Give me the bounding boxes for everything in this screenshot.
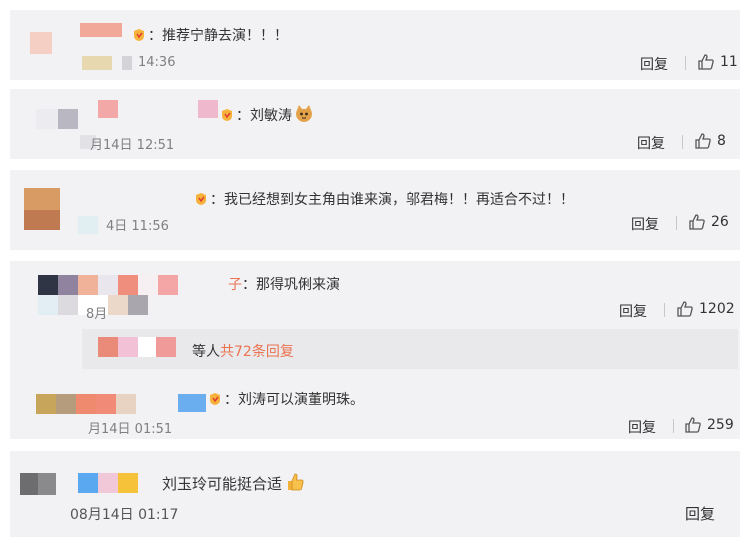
comment-time: 14:36 <box>138 55 176 70</box>
username-fragment[interactable]: 子 <box>228 277 242 293</box>
subreplies-summary[interactable]: 等人共72条回复 <box>82 329 738 369</box>
reply-button[interactable]: 回复 <box>637 133 665 153</box>
reply-button[interactable]: 回复 <box>619 301 647 321</box>
avatar[interactable] <box>36 109 78 129</box>
comment-card: 刘玉玲可能挺合适 08月14日 01:17 回复 <box>10 451 740 537</box>
comment-text: ：我已经想到女主角由谁来演，邬君梅！！再适合不过！！ <box>194 189 574 209</box>
username-censored[interactable] <box>98 100 218 118</box>
comment-time: 08月14日 01:17 <box>70 507 179 523</box>
divider <box>682 135 683 149</box>
divider <box>676 216 677 230</box>
comment-time: 8月 <box>86 307 108 322</box>
like-button[interactable]: 11 <box>697 53 738 71</box>
reply-button[interactable]: 回复 <box>631 214 659 234</box>
date-censored <box>82 56 132 70</box>
like-count: 26 <box>711 214 729 230</box>
nested-reply-button[interactable]: 回复 <box>628 417 656 437</box>
divider <box>685 56 686 70</box>
vip-badge-icon <box>222 109 232 121</box>
avatar[interactable] <box>30 32 52 54</box>
like-button[interactable]: 8 <box>694 132 726 150</box>
avatar[interactable] <box>24 188 60 230</box>
like-count: 11 <box>720 54 738 70</box>
comment-time: 月14日 12:51 <box>90 138 175 153</box>
comment-time: 4日 11:56 <box>106 219 169 234</box>
replier-avatars-censored <box>98 337 176 357</box>
comment-text: 子：那得巩俐来演 <box>228 277 340 293</box>
comment-card: ：刘敏涛 月14日 12:51 回复 8 <box>10 89 740 159</box>
reply-button[interactable]: 回复 <box>640 54 668 74</box>
nested-comment-text: ：刘涛可以演董明珠。 <box>208 389 364 409</box>
avatar[interactable] <box>20 473 56 495</box>
like-button[interactable]: 1202 <box>676 300 735 318</box>
username-censored[interactable] <box>78 473 138 493</box>
divider <box>664 303 665 317</box>
vip-badge-icon <box>134 29 144 41</box>
subreplies-text: 等人共72条回复 <box>192 344 294 360</box>
view-all-replies-link[interactable]: 共72条回复 <box>220 344 294 360</box>
thumbs-up-emoji <box>288 473 304 491</box>
comment-text: ：推荐宁静去演！！！ <box>132 25 288 45</box>
thumbs-up-icon <box>695 133 711 149</box>
nested-like-button[interactable]: 259 <box>684 416 734 434</box>
thumbs-up-icon <box>677 301 693 317</box>
thumbs-up-icon <box>689 214 705 230</box>
thumbs-up-icon <box>685 417 701 433</box>
thumbs-up-icon <box>698 54 714 70</box>
like-count: 1202 <box>699 301 735 317</box>
username-censored[interactable] <box>78 216 98 234</box>
comment-card: ：我已经想到女主角由谁来演，邬君梅！！再适合不过！！ 4日 11:56 回复 2… <box>10 170 740 250</box>
divider <box>673 419 674 433</box>
nested-username-censored[interactable] <box>178 394 206 412</box>
vip-badge-icon <box>196 193 206 205</box>
cat-face-emoji <box>296 105 312 122</box>
like-count: 8 <box>717 133 726 149</box>
nested-comment-time: 月14日 01:51 <box>88 422 173 437</box>
like-count: 259 <box>707 417 734 433</box>
comment-text: ：刘敏涛 <box>220 104 314 125</box>
like-button[interactable]: 26 <box>688 213 729 231</box>
nested-avatar[interactable] <box>36 394 136 414</box>
avatar[interactable] <box>38 275 178 295</box>
vip-badge-icon <box>210 393 220 405</box>
reply-button[interactable]: 回复 <box>685 503 715 524</box>
username-censored[interactable] <box>80 23 122 37</box>
comment-card: ：推荐宁静去演！！！ 14:36 回复 11 <box>10 10 740 80</box>
comment-card: 子：那得巩俐来演 8月 回复 1202 等人共72条回复 ：刘涛可以演董明珠。 … <box>10 261 740 439</box>
comment-text: 刘玉玲可能挺合适 <box>162 471 306 494</box>
